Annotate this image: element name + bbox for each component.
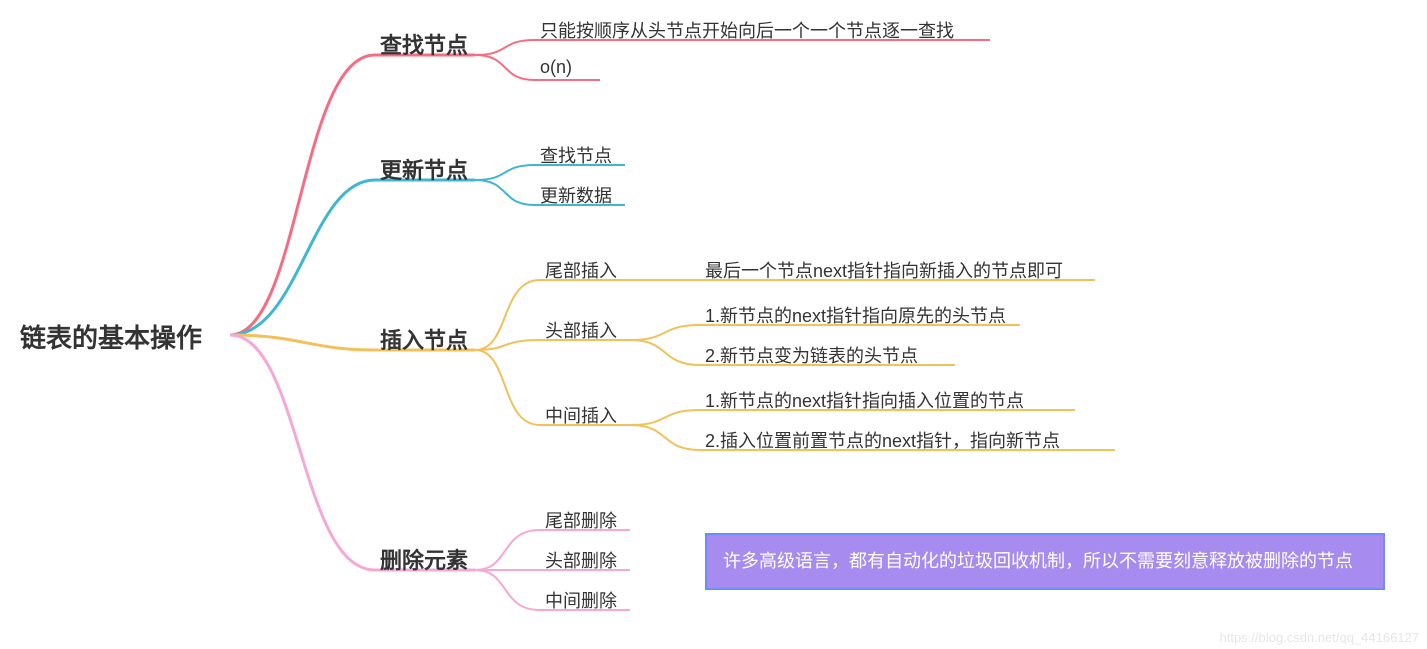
delete-child-2[interactable]: 中间删除	[545, 587, 617, 613]
branch-delete[interactable]: 删除元素	[380, 543, 468, 575]
branch-insert[interactable]: 插入节点	[380, 323, 468, 355]
note-box[interactable]: 许多高级语言，都有自动化的垃圾回收机制，所以不需要刻意释放被删除的节点	[705, 533, 1385, 590]
find-child-0[interactable]: 只能按顺序从头节点开始向后一个一个节点逐一查找	[540, 17, 954, 43]
root-node[interactable]: 链表的基本操作	[20, 318, 202, 355]
branch-find[interactable]: 查找节点	[380, 28, 468, 60]
insert-mid-detail-1[interactable]: 2.插入位置前置节点的next指针，指向新节点	[705, 427, 1060, 453]
delete-child-1[interactable]: 头部删除	[545, 547, 617, 573]
insert-head[interactable]: 头部插入	[545, 317, 617, 343]
update-child-1[interactable]: 更新数据	[540, 182, 612, 208]
delete-child-0[interactable]: 尾部删除	[545, 507, 617, 533]
watermark: https://blog.csdn.net/qq_44166127	[1220, 630, 1420, 645]
insert-head-detail-0[interactable]: 1.新节点的next指针指向原先的头节点	[705, 302, 1006, 328]
update-child-0[interactable]: 查找节点	[540, 142, 612, 168]
insert-mid[interactable]: 中间插入	[545, 402, 617, 428]
insert-head-detail-1[interactable]: 2.新节点变为链表的头节点	[705, 342, 918, 368]
mindmap-canvas[interactable]: { "root": { "title": "链表的基本操作" }, "color…	[0, 0, 1427, 649]
find-child-1[interactable]: o(n)	[540, 57, 572, 78]
insert-tail-detail-0[interactable]: 最后一个节点next指针指向新插入的节点即可	[705, 257, 1063, 283]
branch-update[interactable]: 更新节点	[380, 153, 468, 185]
insert-mid-detail-0[interactable]: 1.新节点的next指针指向插入位置的节点	[705, 387, 1024, 413]
insert-tail[interactable]: 尾部插入	[545, 257, 617, 283]
